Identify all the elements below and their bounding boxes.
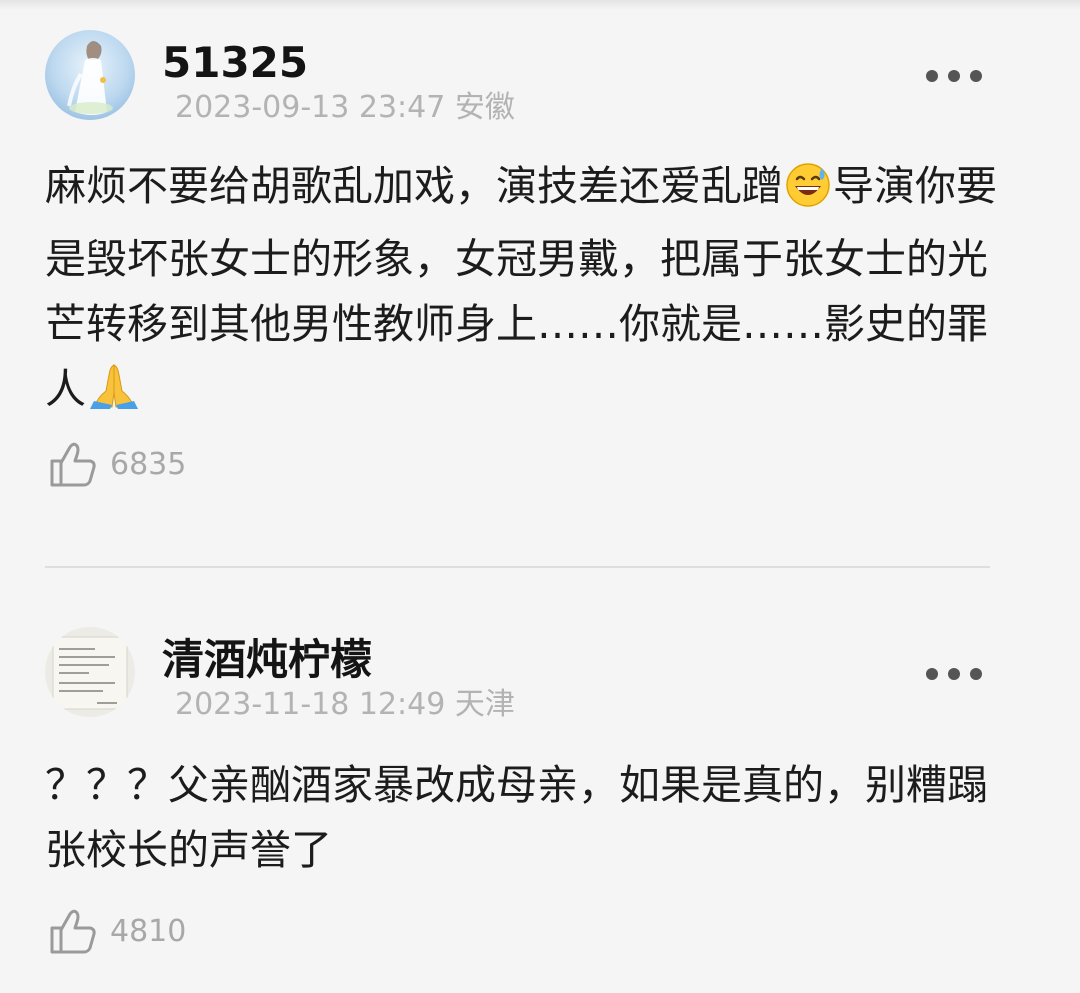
like-button[interactable]: 6835 — [48, 439, 186, 489]
comment-item: 清酒炖柠檬 2023-11-18 12:49 天津 ？？？父亲酗酒家暴改成母亲，… — [0, 570, 1080, 993]
comment-timestamp: 2023-09-13 23:47 — [175, 90, 446, 125]
comment-location: 安徽 — [454, 90, 515, 125]
comment-meta: 2023-11-18 12:49 天津 — [175, 685, 515, 725]
like-count: 4810 — [110, 913, 187, 949]
comment-item: 51325 2023-09-13 23:47 安徽 麻烦不要给胡歌乱加戏，演技差… — [0, 0, 1080, 560]
like-button[interactable]: 4810 — [48, 906, 186, 956]
username[interactable]: 清酒炖柠檬 — [162, 635, 372, 685]
username[interactable]: 51325 — [162, 38, 308, 88]
comment-location: 天津 — [454, 687, 515, 722]
thumbs-up-icon — [50, 442, 96, 487]
folded-hands-emoji — [88, 361, 140, 430]
comment-text: 麻烦不要给胡歌乱加戏，演技差还爱乱蹭 导演你要是毁坏张女士的形象，女冠男戴，把属… — [45, 154, 1005, 430]
user-avatar[interactable] — [45, 627, 135, 717]
comment-text: ？？？父亲酗酒家暴改成母亲，如果是真的，别糟蹋张校长的声誉了 — [45, 761, 988, 874]
more-options-icon[interactable] — [926, 664, 982, 684]
more-options-icon[interactable] — [926, 66, 982, 86]
comment-timestamp: 2023-11-18 12:49 — [175, 687, 446, 722]
like-count: 6835 — [110, 446, 187, 482]
comment-meta: 2023-09-13 23:47 安徽 — [175, 88, 515, 128]
grinning-sweat-emoji — [785, 162, 831, 227]
comment-text-part: 麻烦不要给胡歌乱加戏，演技差还爱乱蹭 — [45, 162, 783, 210]
user-avatar[interactable] — [45, 30, 135, 120]
comment-divider — [45, 566, 990, 568]
thumbs-up-icon — [50, 909, 96, 954]
